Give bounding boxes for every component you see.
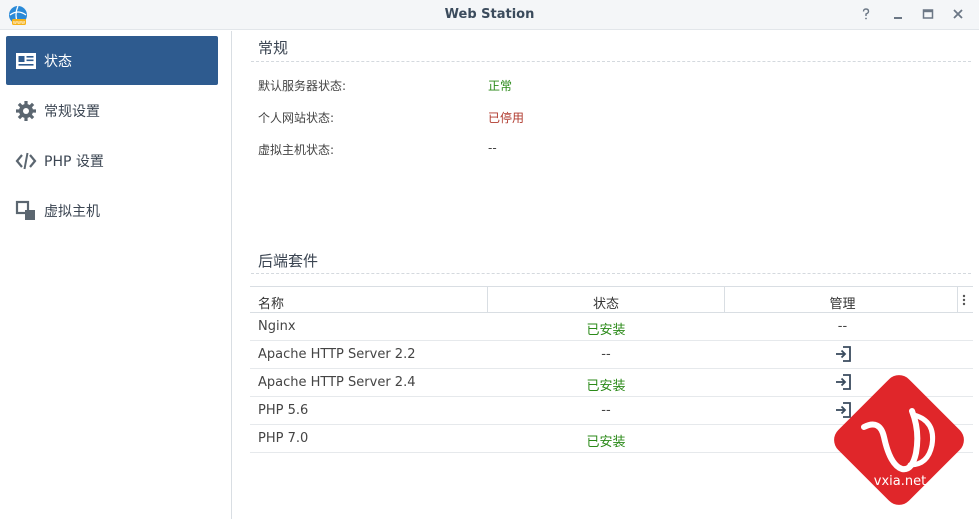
sidebar-item-label: 常规设置	[44, 103, 100, 120]
open-icon[interactable]	[724, 346, 961, 362]
default-server-status-label: 默认服务器状态:	[258, 79, 347, 93]
table-row[interactable]: Nginx 已安装 --	[250, 313, 973, 341]
close-icon	[953, 9, 963, 19]
manage-placeholder: --	[837, 319, 848, 334]
package-name: Apache HTTP Server 2.4	[258, 375, 416, 390]
package-status: 已安装	[586, 323, 626, 338]
maximize-icon	[922, 9, 934, 19]
help-button[interactable]	[858, 6, 874, 22]
close-button[interactable]	[950, 6, 966, 22]
column-header-manage[interactable]: 管理	[724, 293, 961, 312]
package-status: --	[601, 403, 611, 418]
sidebar-item-virtual-host[interactable]: 虚拟主机	[6, 186, 218, 235]
sidebar-item-status[interactable]: 状态	[6, 36, 218, 85]
window-title: Web Station	[444, 7, 535, 22]
package-name: Nginx	[258, 319, 296, 334]
package-status: --	[601, 347, 611, 362]
divider	[251, 61, 971, 62]
divider	[251, 273, 971, 274]
gear-icon	[14, 99, 38, 123]
package-status: 已安装	[586, 379, 626, 394]
default-server-status-value: 正常	[488, 79, 513, 93]
sidebar-item-label: PHP 设置	[44, 153, 104, 170]
column-header-name[interactable]: 名称	[258, 293, 284, 312]
package-name: PHP 5.6	[258, 403, 309, 418]
package-name: PHP 7.0	[258, 431, 309, 446]
help-icon	[862, 8, 870, 20]
maximize-button[interactable]	[920, 6, 936, 22]
personal-website-status-label: 个人网站状态:	[258, 111, 335, 125]
column-separator	[957, 287, 958, 313]
sidebar: 状态 常规设置 PHP 设置 虚拟主机	[0, 31, 232, 519]
package-status: 已安装	[586, 435, 626, 450]
virtual-host-status-label: 虚拟主机状态:	[258, 143, 335, 157]
virtual-host-icon	[14, 199, 38, 223]
virtual-host-status-value: --	[488, 141, 497, 155]
package-name: Apache HTTP Server 2.2	[258, 347, 416, 362]
column-menu-icon[interactable]	[962, 294, 966, 310]
watermark-text: vxia.net	[874, 474, 926, 489]
minimize-button[interactable]	[890, 6, 906, 22]
table-row[interactable]: Apache HTTP Server 2.2 --	[250, 341, 973, 369]
sidebar-item-label: 虚拟主机	[44, 203, 100, 220]
personal-website-status-value: 已停用	[488, 111, 525, 125]
minimize-icon	[894, 17, 902, 19]
code-icon	[14, 149, 38, 173]
sidebar-item-general-settings[interactable]: 常规设置	[6, 86, 218, 135]
sidebar-item-php-settings[interactable]: PHP 设置	[6, 136, 218, 185]
column-header-status[interactable]: 状态	[488, 293, 724, 312]
sidebar-item-label: 状态	[44, 53, 72, 70]
table-header: 名称 状态 管理	[250, 286, 973, 313]
general-section-title: 常规	[258, 39, 289, 57]
status-card-icon	[14, 49, 38, 73]
title-bar: www Web Station	[0, 0, 979, 30]
vxia-watermark-logo: vxia.net	[828, 369, 970, 511]
backend-section-title: 后端套件	[258, 252, 319, 270]
